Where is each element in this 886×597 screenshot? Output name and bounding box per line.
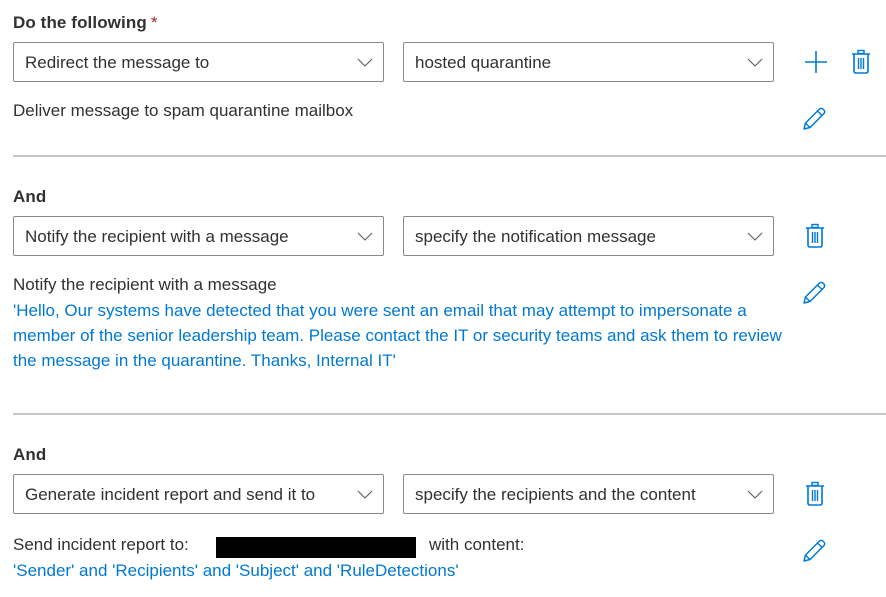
- pencil-icon: [803, 281, 826, 304]
- section-divider: [13, 155, 886, 157]
- target-dropdown-2[interactable]: specify the notification message: [403, 216, 774, 256]
- pencil-icon: [803, 107, 826, 130]
- incident-report-content[interactable]: 'Sender' and 'Recipients' and 'Subject' …: [13, 558, 459, 583]
- trash-icon: [852, 49, 870, 74]
- chevron-down-icon: [357, 232, 373, 241]
- required-marker: *: [150, 13, 158, 32]
- action-dropdown-3-value: Generate incident report and send it to: [25, 485, 316, 504]
- trash-icon: [806, 481, 824, 506]
- and-label: And: [13, 445, 47, 464]
- chevron-down-icon: [747, 58, 763, 67]
- delete-action-2-button[interactable]: [802, 223, 828, 249]
- target-dropdown-1-value: hosted quarantine: [415, 53, 552, 72]
- trash-icon: [806, 223, 824, 248]
- action-dropdown-2[interactable]: Notify the recipient with a message: [13, 216, 384, 256]
- action-dropdown-1[interactable]: Redirect the message to: [13, 42, 384, 82]
- chevron-down-icon: [747, 232, 763, 241]
- target-dropdown-1[interactable]: hosted quarantine: [403, 42, 774, 82]
- delete-action-1-button[interactable]: [848, 49, 874, 75]
- and-label: And: [13, 187, 47, 206]
- edit-action-3-button[interactable]: [801, 538, 827, 564]
- add-action-button[interactable]: [803, 49, 829, 75]
- chevron-down-icon: [357, 58, 373, 67]
- chevron-down-icon: [357, 490, 373, 499]
- action-dropdown-1-value: Redirect the message to: [25, 53, 210, 72]
- target-dropdown-2-value: specify the notification message: [415, 227, 656, 246]
- redacted-recipient: [216, 537, 416, 558]
- action-dropdown-3[interactable]: Generate incident report and send it to: [13, 474, 384, 514]
- edit-action-1-button[interactable]: [801, 106, 827, 132]
- section-divider: [13, 413, 886, 415]
- do-the-following-label: Do the following *: [13, 13, 158, 33]
- chevron-down-icon: [747, 490, 763, 499]
- incident-report-suffix: with content:: [429, 535, 525, 554]
- action-1-summary: Deliver message to spam quarantine mailb…: [13, 101, 354, 120]
- edit-action-2-button[interactable]: [801, 280, 827, 306]
- delete-action-3-button[interactable]: [802, 481, 828, 507]
- target-dropdown-3[interactable]: specify the recipients and the content: [403, 474, 774, 514]
- label-text: Do the following: [13, 13, 147, 32]
- action-2-summary: Notify the recipient with a message: [13, 275, 277, 294]
- incident-report-prefix: Send incident report to:: [13, 535, 189, 554]
- target-dropdown-3-value: specify the recipients and the content: [415, 485, 696, 504]
- action-dropdown-2-value: Notify the recipient with a message: [25, 227, 289, 246]
- notification-message-text[interactable]: 'Hello, Our systems have detected that y…: [13, 298, 793, 373]
- pencil-icon: [803, 539, 826, 562]
- plus-icon: [805, 51, 827, 73]
